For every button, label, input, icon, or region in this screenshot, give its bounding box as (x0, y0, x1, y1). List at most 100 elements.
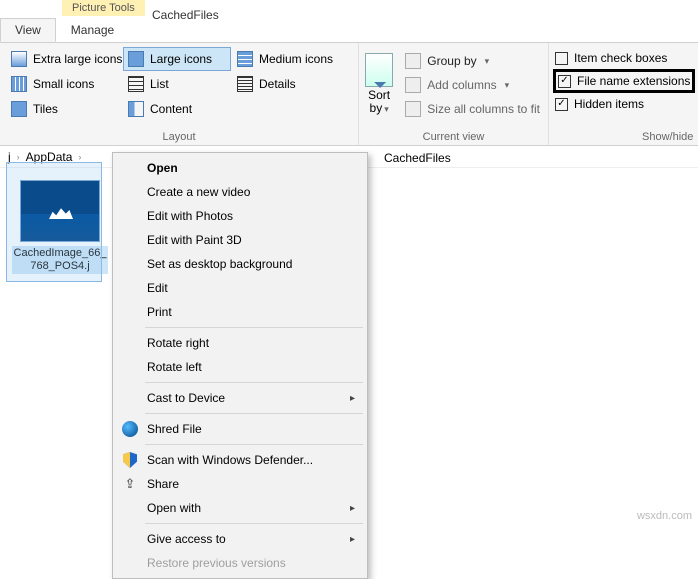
file-name-extensions-toggle[interactable]: File name extensions (558, 72, 690, 90)
menu-restore-previous-versions[interactable]: Restore previous versions (115, 551, 365, 575)
item-check-label: Item check boxes (574, 51, 667, 65)
share-icon: ⇪ (121, 475, 139, 493)
chevron-down-icon: ▾ (384, 104, 389, 114)
watermark: wsxdn.com (637, 510, 692, 522)
layout-small-icons[interactable]: Small icons (6, 72, 122, 96)
checkbox-checked-icon (555, 98, 568, 111)
menu-separator (145, 382, 363, 383)
layout-label: Small icons (33, 77, 94, 91)
group-by-icon (405, 53, 421, 69)
menu-label: Open (147, 161, 178, 175)
group-label-layout: Layout (6, 129, 352, 143)
menu-separator (145, 444, 363, 445)
menu-label: Rotate left (147, 360, 202, 374)
size-columns-label: Size all columns to fit (427, 102, 540, 116)
menu-label: Share (147, 477, 179, 491)
layout-list[interactable]: List (123, 72, 231, 96)
group-by-label: Group by (427, 54, 476, 68)
menu-share[interactable]: ⇪ Share (115, 472, 365, 496)
hidden-items-label: Hidden items (574, 97, 644, 111)
menu-label: Create a new video (147, 185, 250, 199)
chevron-right-icon: › (15, 152, 22, 162)
layout-label: Content (150, 102, 192, 116)
tab-manage[interactable]: Manage (56, 18, 129, 42)
sort-icon (365, 53, 393, 87)
menu-scan-defender[interactable]: Scan with Windows Defender... (115, 448, 365, 472)
menu-label: Edit with Paint 3D (147, 233, 242, 247)
group-label-show-hide: Show/hide (555, 129, 693, 143)
menu-separator (145, 413, 363, 414)
menu-rotate-left[interactable]: Rotate left (115, 355, 365, 379)
size-columns-icon (405, 101, 421, 117)
menu-shred-file[interactable]: Shred File (115, 417, 365, 441)
add-columns-label: Add columns (427, 78, 496, 92)
ribbon: Extra large icons Large icons Medium ico… (0, 42, 698, 146)
layout-label: Tiles (33, 102, 58, 116)
layout-large-icons[interactable]: Large icons (123, 47, 231, 71)
window-title: CachedFiles (152, 8, 219, 22)
layout-label: Medium icons (259, 52, 333, 66)
layout-medium-icons[interactable]: Medium icons (232, 47, 352, 71)
chevron-down-icon: ▾ (505, 80, 510, 91)
menu-rotate-right[interactable]: Rotate right (115, 331, 365, 355)
shred-icon (121, 420, 139, 438)
menu-label: Edit (147, 281, 168, 295)
menu-label: Rotate right (147, 336, 209, 350)
menu-edit-with-photos[interactable]: Edit with Photos (115, 204, 365, 228)
content-icon (128, 101, 144, 117)
tiles-icon (11, 101, 27, 117)
layout-extra-large-icons[interactable]: Extra large icons (6, 47, 122, 71)
menu-label: Restore previous versions (147, 556, 286, 570)
checkbox-icon (555, 52, 568, 65)
context-menu: Open Create a new video Edit with Photos… (112, 152, 368, 579)
large-icon (128, 51, 144, 67)
menu-print[interactable]: Print (115, 300, 365, 324)
menu-edit[interactable]: Edit (115, 276, 365, 300)
small-icon (11, 76, 27, 92)
file-thumbnail (20, 180, 100, 242)
layout-label: Large icons (150, 52, 212, 66)
details-icon (237, 76, 253, 92)
group-label-current-view: Current view (365, 129, 542, 143)
crumb-segment[interactable] (83, 155, 91, 159)
menu-separator (145, 523, 363, 524)
hidden-items-toggle[interactable]: Hidden items (555, 95, 693, 113)
crumb-current: CachedFiles (380, 149, 455, 167)
layout-details[interactable]: Details (232, 72, 352, 96)
layout-label: List (150, 77, 169, 91)
menu-set-desktop-background[interactable]: Set as desktop background (115, 252, 365, 276)
menu-label: Print (147, 305, 172, 319)
extra-large-icon (11, 51, 27, 67)
menu-separator (145, 327, 363, 328)
menu-label: Open with (147, 501, 201, 515)
menu-open-with[interactable]: Open with (115, 496, 365, 520)
shield-icon (121, 451, 139, 469)
item-check-boxes-toggle[interactable]: Item check boxes (555, 49, 693, 67)
medium-icon (237, 51, 253, 67)
group-by-button[interactable]: Group by ▾ (403, 51, 542, 71)
menu-label: Give access to (147, 532, 226, 546)
menu-open[interactable]: Open (115, 156, 365, 180)
chevron-down-icon: ▾ (485, 56, 490, 67)
list-icon (128, 76, 144, 92)
sort-by-button[interactable]: Sort by▾ (365, 47, 393, 119)
menu-give-access-to[interactable]: Give access to (115, 527, 365, 551)
highlight-annotation: File name extensions (553, 69, 695, 93)
layout-label: Extra large icons (33, 52, 122, 66)
add-columns-button[interactable]: Add columns ▾ (403, 75, 542, 95)
layout-tiles[interactable]: Tiles (6, 97, 122, 121)
size-columns-button[interactable]: Size all columns to fit (403, 99, 542, 119)
menu-cast-to-device[interactable]: Cast to Device (115, 386, 365, 410)
layout-content[interactable]: Content (123, 97, 231, 121)
menu-edit-with-paint3d[interactable]: Edit with Paint 3D (115, 228, 365, 252)
layout-label: Details (259, 77, 296, 91)
menu-label: Cast to Device (147, 391, 225, 405)
file-ext-label: File name extensions (577, 74, 690, 88)
menu-create-new-video[interactable]: Create a new video (115, 180, 365, 204)
menu-label: Set as desktop background (147, 257, 292, 271)
tab-view[interactable]: View (0, 18, 56, 42)
menu-label: Scan with Windows Defender... (147, 453, 313, 467)
menu-label: Edit with Photos (147, 209, 233, 223)
add-columns-icon (405, 77, 421, 93)
contextual-tab-picture-tools: Picture Tools (62, 0, 145, 16)
